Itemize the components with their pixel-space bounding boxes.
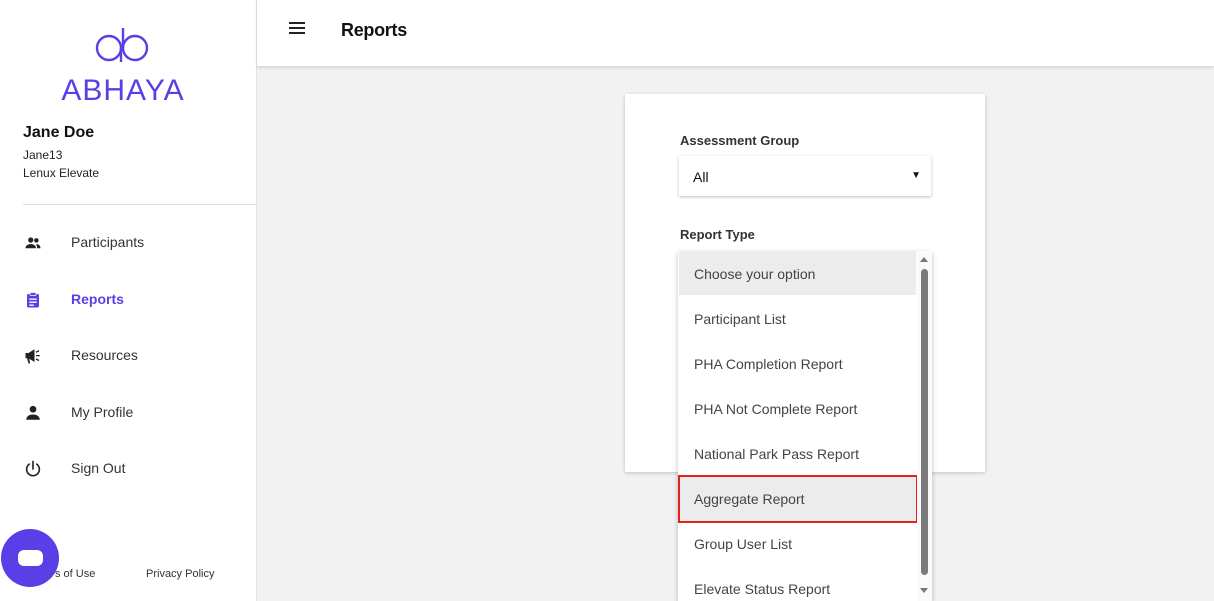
scroll-up-arrow-icon[interactable] [920, 257, 928, 262]
option-group-user-list[interactable]: Group User List [679, 521, 916, 565]
top-bar: Reports [257, 0, 1214, 66]
logo-mark-icon [95, 28, 149, 62]
sidebar-item-label: Sign Out [71, 460, 126, 476]
scroll-thumb[interactable] [921, 269, 928, 575]
megaphone-icon [25, 349, 40, 364]
page-title: Reports [341, 20, 407, 40]
chat-icon [18, 550, 43, 566]
user-organization: Lenux Elevate [23, 166, 100, 180]
assessment-group-label: Assessment Group [680, 133, 800, 148]
option-label: Aggregate Report [694, 491, 805, 507]
option-pha-completion-report[interactable]: PHA Completion Report [679, 341, 916, 385]
sidebar-item-participants[interactable]: Participants [0, 222, 256, 262]
person-icon [26, 405, 40, 420]
option-label: Elevate Status Report [694, 581, 831, 597]
user-handle: Jane13 [23, 148, 63, 162]
sidebar-item-resources[interactable]: Resources [0, 335, 256, 375]
dropdown-arrow-icon: ▼ [911, 170, 921, 181]
option-label: Group User List [694, 536, 793, 552]
sidebar: ABHAYA Jane Doe Jane13 Lenux Elevate Par… [0, 0, 257, 601]
dropdown-scrollbar[interactable] [917, 251, 932, 601]
hamburger-menu-icon[interactable] [289, 22, 305, 36]
sidebar-item-label: My Profile [71, 404, 134, 420]
participants-icon [25, 237, 41, 249]
clipboard-icon [27, 292, 39, 308]
sidebar-divider [23, 204, 257, 205]
option-label: Choose your option [694, 266, 816, 282]
user-name: Jane Doe [23, 124, 95, 141]
privacy-policy-link[interactable]: Privacy Policy [146, 568, 214, 580]
sidebar-item-label: Participants [71, 234, 145, 250]
sidebar-item-my-profile[interactable]: My Profile [0, 392, 256, 432]
option-label: PHA Completion Report [694, 356, 843, 372]
assessment-group-value: All [693, 169, 709, 185]
sidebar-item-label: Resources [71, 347, 138, 363]
abhaya-logo[interactable]: ABHAYA [52, 28, 194, 108]
assessment-group-select[interactable]: All ▼ [679, 156, 931, 196]
option-choose-your-option[interactable]: Choose your option [679, 251, 916, 295]
option-label: PHA Not Complete Report [694, 401, 858, 417]
terms-of-use-link[interactable]: s of Use [55, 568, 95, 580]
report-type-dropdown[interactable]: Choose your option Participant List PHA … [678, 251, 932, 601]
option-elevate-status-report[interactable]: Elevate Status Report [679, 566, 916, 601]
option-national-park-pass-report[interactable]: National Park Pass Report [679, 431, 916, 475]
chat-button[interactable] [1, 529, 59, 587]
scroll-down-arrow-icon[interactable] [920, 588, 928, 593]
logo-text: ABHAYA [61, 74, 185, 107]
power-icon [25, 460, 41, 477]
sidebar-item-label: Reports [71, 291, 124, 307]
option-aggregate-report[interactable]: Aggregate Report [678, 475, 918, 523]
option-label: National Park Pass Report [694, 446, 859, 462]
sidebar-item-reports[interactable]: Reports [0, 279, 256, 319]
report-type-label: Report Type [680, 227, 755, 242]
sidebar-item-sign-out[interactable]: Sign Out [0, 448, 256, 488]
option-participant-list[interactable]: Participant List [679, 296, 916, 340]
option-label: Participant List [694, 311, 786, 327]
option-pha-not-complete-report[interactable]: PHA Not Complete Report [679, 386, 916, 430]
